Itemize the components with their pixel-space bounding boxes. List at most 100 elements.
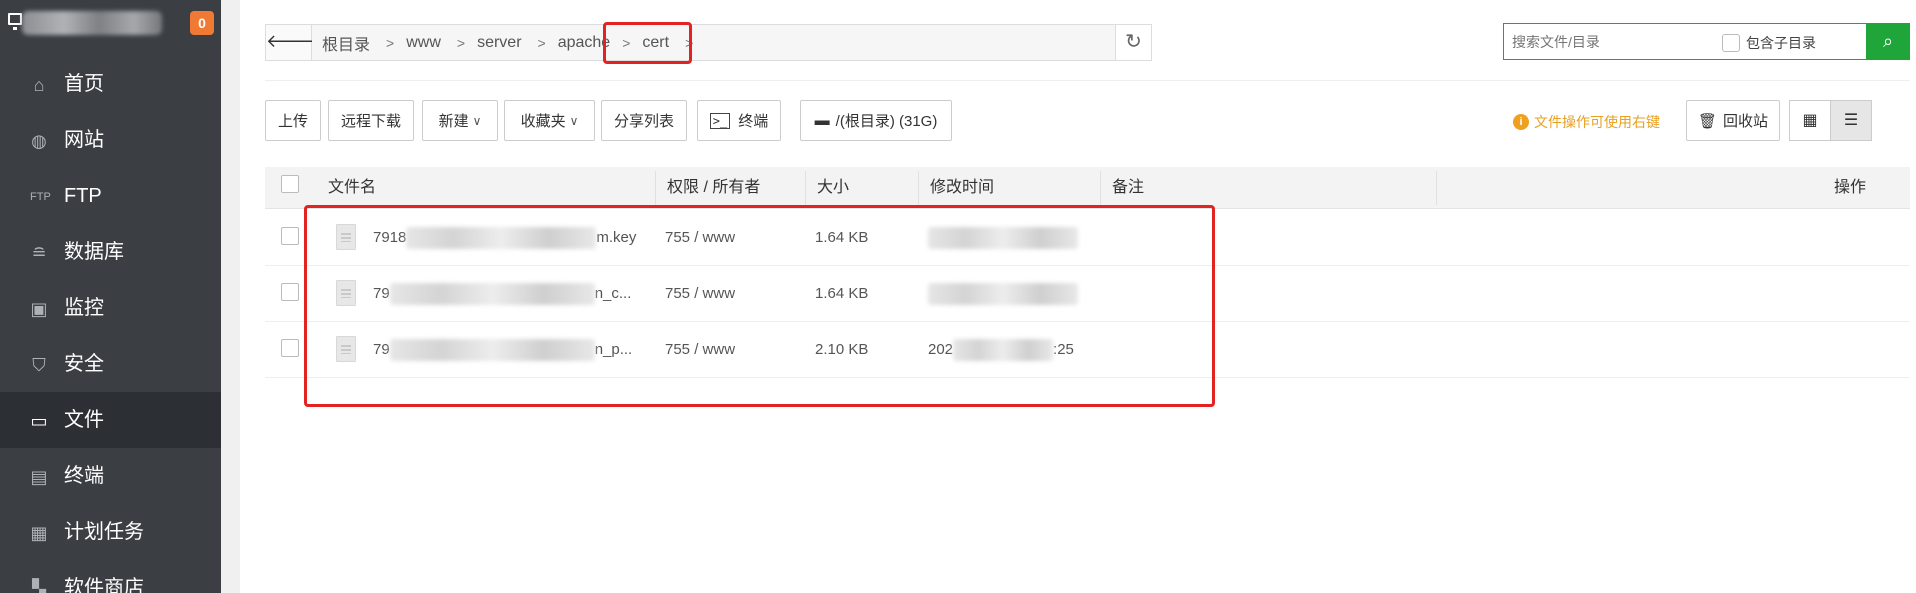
ftp-icon: FTP (30, 191, 51, 203)
column-note[interactable]: 备注 (1100, 167, 1436, 209)
mtime-prefix: 202 (928, 341, 954, 358)
trash-icon: 🗑 (1697, 112, 1718, 130)
sidebar-item-home[interactable]: ⌂ 首页 (0, 56, 221, 112)
terminal-button[interactable]: >_ 终端 (697, 100, 781, 141)
file-mtime (928, 266, 1078, 322)
sidebar-item-label: 终端 (64, 465, 104, 487)
column-size[interactable]: 大小 (805, 167, 918, 209)
breadcrumb-root[interactable]: 根目录 (312, 31, 370, 55)
sidebar-item-store[interactable]: ▚ 软件商店 (0, 560, 221, 593)
file-permission[interactable]: 755 / www (665, 210, 735, 266)
info-icon: i (1513, 114, 1529, 130)
favorites-label: 收藏夹 (520, 113, 566, 130)
sidebar-item-files[interactable]: ▭ 文件 (0, 392, 221, 448)
recycle-bin-button[interactable]: 🗑 回收站 (1686, 100, 1780, 141)
chevron-down-icon: ∨ (569, 113, 579, 128)
sidebar-item-label: 软件商店 (64, 577, 144, 593)
sidebar-item-label: 计划任务 (64, 521, 144, 543)
row-checkbox[interactable] (281, 339, 299, 357)
monitor-chart-icon: ▣ (30, 299, 48, 319)
redacted-text (953, 339, 1054, 362)
folder-icon: ▭ (30, 411, 48, 431)
sidebar-item-ftp[interactable]: FTP FTP (0, 168, 221, 224)
file-name-prefix: 79 (373, 285, 390, 302)
breadcrumb-cert[interactable]: cert (642, 34, 669, 52)
file-name[interactable]: 79 n_p... (373, 322, 632, 378)
include-subdir-label: 包含子目录 (1746, 35, 1816, 51)
sidebar-item-label: 数据库 (64, 241, 124, 263)
upload-button[interactable]: 上传 (265, 100, 321, 141)
terminal-label: 终端 (738, 113, 769, 130)
monitor-icon (8, 13, 22, 30)
grid-view-icon[interactable]: ▦ (1789, 100, 1831, 141)
server-name-redacted (22, 11, 162, 35)
sidebar-item-label: 安全 (64, 353, 104, 375)
redacted-text (389, 339, 595, 362)
file-size: 1.64 KB (815, 285, 869, 302)
file-name-suffix: m.key (596, 229, 637, 246)
file-name-suffix: n_p... (594, 341, 633, 358)
column-ops: 操作 (1834, 179, 1867, 196)
file-mtime: 202:25 (928, 322, 1074, 378)
file-name[interactable]: 79 n_c... (373, 266, 631, 322)
share-list-button[interactable]: 分享列表 (601, 100, 687, 141)
file-name-prefix: 7918 (373, 229, 407, 246)
include-subdir-option[interactable]: 包含子目录 (1722, 33, 1816, 53)
remote-download-label: 远程下载 (340, 113, 401, 130)
list-view-icon[interactable]: ☰ (1830, 100, 1872, 141)
disk-icon: ▬ (814, 112, 830, 129)
chevron-right-icon: > (456, 34, 466, 51)
refresh-icon[interactable]: ↻ (1115, 25, 1151, 60)
sidebar-item-label: 网站 (64, 129, 104, 151)
database-icon: ≘ (31, 243, 47, 263)
file-icon (336, 336, 356, 362)
sidebar-nav: ⌂ 首页 ◍ 网站 FTP FTP ≘ 数据库 ▣ 监控 ⛉ 安全 ▭ 文件 ▤ 终端 ▦ 计划任… (0, 56, 221, 593)
file-manager-panel: 🡐 根目录 > www > server > apache > cert > ↻ 包含子目… (240, 0, 1916, 593)
file-table-header: 文件名 权限 / 所有者 大小 修改时间 备注 操作 (265, 167, 1910, 209)
disk-label: /(根目录) (31G) (835, 113, 938, 130)
breadcrumb-server[interactable]: server (477, 34, 521, 52)
search-input[interactable] (1512, 30, 1712, 54)
row-checkbox[interactable] (281, 227, 299, 245)
apps-icon: ▚ (32, 579, 46, 593)
include-subdir-checkbox[interactable] (1722, 34, 1740, 52)
breadcrumb-path: 根目录 > www > server > apache > cert > (312, 25, 705, 60)
share-list-label: 分享列表 (613, 113, 674, 130)
search-icon[interactable]: ⌕ (1866, 23, 1910, 60)
row-checkbox[interactable] (281, 283, 299, 301)
column-name[interactable]: 文件名 (328, 167, 376, 209)
column-permission[interactable]: 权限 / 所有者 (655, 167, 805, 209)
terminal-icon: ▤ (30, 467, 48, 487)
breadcrumb-apache[interactable]: apache (558, 34, 611, 52)
remote-download-button[interactable]: 远程下载 (328, 100, 414, 141)
sidebar-item-terminal[interactable]: ▤ 终端 (0, 448, 221, 504)
select-all-checkbox[interactable] (281, 175, 299, 193)
sidebar-item-website[interactable]: ◍ 网站 (0, 112, 221, 168)
sidebar-item-database[interactable]: ≘ 数据库 (0, 224, 221, 280)
back-arrow-icon[interactable]: 🡐 (266, 25, 314, 60)
file-permission[interactable]: 755 / www (665, 322, 735, 378)
sidebar: 0 ⌂ 首页 ◍ 网站 FTP FTP ≘ 数据库 ▣ 监控 ⛉ 安全 ▭ 文件 ▤ 终端 ▦ 计… (0, 0, 221, 593)
sidebar-item-monitor[interactable]: ▣ 监控 (0, 280, 221, 336)
column-mtime[interactable]: 修改时间 (918, 167, 1100, 209)
sidebar-item-security[interactable]: ⛉ 安全 (0, 336, 221, 392)
new-dropdown-button[interactable]: 新建 ∨ (422, 100, 498, 141)
file-name[interactable]: 7918 m.key (373, 210, 636, 266)
chevron-right-icon: > (622, 34, 631, 51)
file-size: 2.10 KB (815, 341, 869, 358)
disk-selector-button[interactable]: ▬ /(根目录) (31G) (800, 100, 952, 141)
notification-badge[interactable]: 0 (190, 11, 214, 35)
table-row[interactable]: 79 n_p... 755 / www 2.10 KB 202:25 (265, 322, 1910, 378)
table-row[interactable]: 7918 m.key 755 / www 1.64 KB (265, 210, 1910, 266)
breadcrumb-www[interactable]: www (406, 34, 441, 52)
table-row[interactable]: 79 n_c... 755 / www 1.64 KB (265, 266, 1910, 322)
redacted-text (928, 227, 1078, 250)
file-permission[interactable]: 755 / www (665, 266, 735, 322)
sidebar-item-cron[interactable]: ▦ 计划任务 (0, 504, 221, 560)
file-size: 1.64 KB (815, 229, 869, 246)
file-mtime (928, 210, 1078, 266)
favorites-dropdown-button[interactable]: 收藏夹 ∨ (504, 100, 595, 141)
redacted-text (406, 227, 597, 250)
sidebar-item-label: 监控 (64, 297, 104, 319)
globe-icon: ◍ (31, 131, 47, 151)
